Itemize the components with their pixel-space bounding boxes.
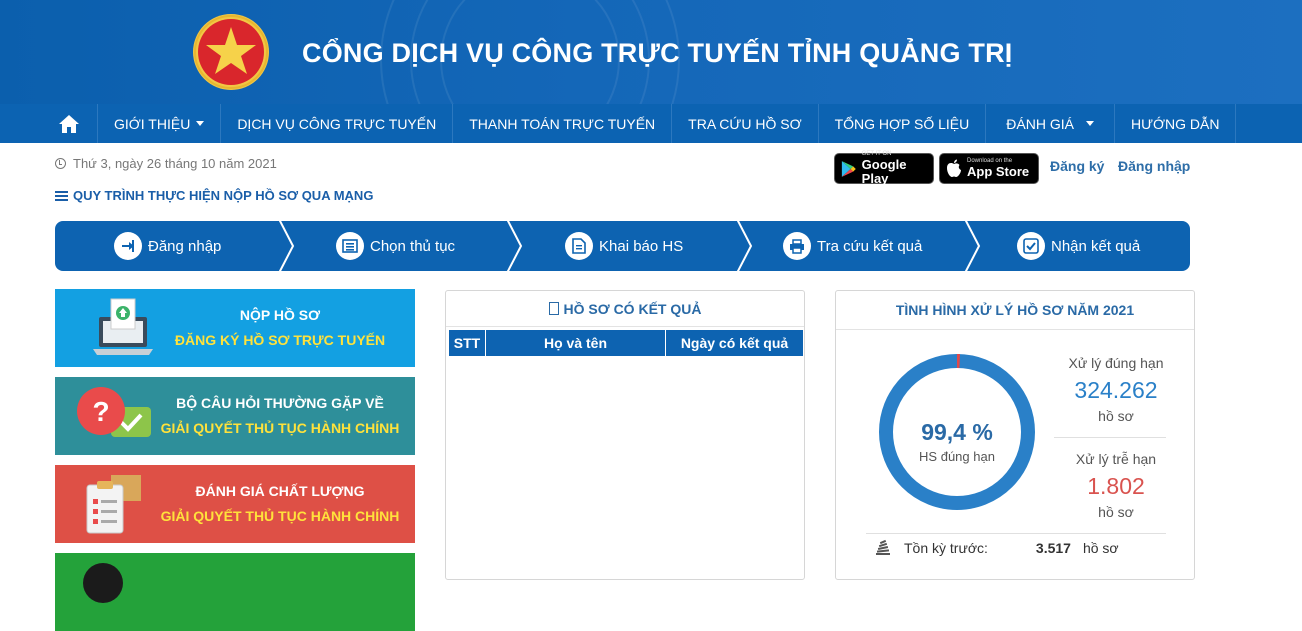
step-label: Khai báo HS	[599, 238, 683, 255]
step-label: Đăng nhập	[148, 238, 221, 255]
caret-down-icon	[196, 121, 204, 126]
banner-submit-dossier[interactable]: NỘP HỒ SƠ ĐĂNG KÝ HỒ SƠ TRỰC TUYẾN	[55, 289, 415, 367]
backlog-row: Tồn kỳ trước: 3.517 hồ sơ	[874, 539, 1119, 557]
stat-unit: hồ sơ	[1051, 504, 1181, 520]
banner-icon	[83, 563, 123, 603]
divider	[866, 533, 1166, 534]
list-alt-icon	[336, 232, 364, 260]
step-label: Chọn thủ tục	[370, 238, 455, 255]
file-text-icon	[565, 232, 593, 260]
results-panel-title: HỒ SƠ CÓ KẾT QUẢ	[446, 291, 804, 327]
banner-subtitle: GIẢI QUYẾT THỦ TỤC HÀNH CHÍNH	[55, 420, 415, 436]
step-choose-procedure[interactable]: Chọn thủ tục	[336, 221, 455, 271]
register-link[interactable]: Đăng ký	[1050, 158, 1104, 174]
print-icon	[783, 232, 811, 260]
site-header: CỔNG DỊCH VỤ CÔNG TRỰC TUYẾN TỈNH QUẢNG …	[0, 0, 1302, 104]
stats-panel: TÌNH HÌNH XỬ LÝ HỒ SƠ NĂM 2021 99,4 % HS…	[835, 290, 1195, 580]
login-link[interactable]: Đăng nhập	[1118, 158, 1190, 174]
column-name: Họ và tên	[486, 330, 666, 357]
nav-item-label: THANH TOÁN TRỰC TUYẾN	[469, 116, 655, 132]
stack-icon	[874, 539, 892, 557]
apple-icon	[946, 159, 962, 178]
divider	[1054, 437, 1166, 438]
step-separator	[277, 221, 297, 271]
nav-item-danh-gia[interactable]: ĐÁNH GIÁ	[986, 104, 1115, 143]
backlog-value: 3.517	[1036, 540, 1071, 556]
step-declare[interactable]: Khai báo HS	[565, 221, 683, 271]
stat-value: 1.802	[1051, 473, 1181, 500]
step-label: Tra cứu kết quả	[817, 238, 922, 255]
site-title[interactable]: CỔNG DỊCH VỤ CÔNG TRỰC TUYẾN TỈNH QUẢNG …	[302, 38, 1013, 69]
stat-value: 324.262	[1051, 377, 1181, 404]
google-play-badge[interactable]: GET IT ON Google Play	[834, 153, 934, 184]
step-label: Nhận kết quả	[1051, 238, 1140, 255]
list-icon	[55, 191, 68, 201]
banner-subtitle: GIẢI QUYẾT THỦ TỤC HÀNH CHÍNH	[55, 508, 415, 524]
banner-extra[interactable]	[55, 553, 415, 631]
stat-label: Xử lý đúng hạn	[1051, 355, 1181, 371]
process-steps: Đăng nhập Chọn thủ tục Khai báo HS Tra c…	[55, 221, 1190, 271]
caret-down-icon	[1086, 121, 1094, 126]
procedure-title[interactable]: QUY TRÌNH THỰC HIỆN NỘP HỒ SƠ QUA MẠNG	[55, 188, 373, 203]
banner-title: BỘ CÂU HỎI THƯỜNG GẶP VỀ	[55, 395, 415, 411]
nav-item-label: TỔNG HỢP SỐ LIỆU	[835, 116, 970, 132]
nav-home[interactable]	[40, 104, 98, 143]
procedure-title-text: QUY TRÌNH THỰC HIỆN NỘP HỒ SƠ QUA MẠNG	[73, 188, 373, 203]
google-play-text: Google Play	[862, 158, 927, 186]
current-date: Thứ 3, ngày 26 tháng 10 năm 2021	[55, 156, 277, 171]
nav-item-label: ĐÁNH GIÁ	[1006, 116, 1074, 132]
nav-item-label: HƯỚNG DẪN	[1131, 116, 1220, 132]
stat-unit: hồ sơ	[1051, 408, 1181, 424]
clipboard-icon	[81, 471, 151, 537]
step-receive[interactable]: Nhận kết quả	[1017, 221, 1140, 271]
clock-icon	[55, 158, 66, 169]
app-store-text: App Store	[967, 165, 1029, 179]
results-table: STT Họ và tên Ngày có kết quả	[448, 329, 804, 357]
nav-item-label: DỊCH VỤ CÔNG TRỰC TUYẾN	[237, 116, 436, 132]
step-separator	[963, 221, 983, 271]
stat-label: Xử lý trễ hạn	[1051, 451, 1181, 467]
main-nav: GIỚI THIỆU DỊCH VỤ CÔNG TRỰC TUYẾN THANH…	[0, 104, 1302, 143]
file-icon	[549, 302, 559, 315]
nav-item-gioi-thieu[interactable]: GIỚI THIỆU	[98, 104, 221, 143]
nav-item-label: GIỚI THIỆU	[114, 116, 190, 132]
stats-panel-title: TÌNH HÌNH XỬ LÝ HỒ SƠ NĂM 2021	[836, 291, 1194, 330]
percent-caption: HS đúng hạn	[878, 449, 1036, 464]
nav-item-tra-cuu[interactable]: TRA CỨU HỒ SƠ	[672, 104, 818, 143]
banner-title: ĐÁNH GIÁ CHẤT LƯỢNG	[55, 483, 415, 499]
nav-item-huong-dan[interactable]: HƯỚNG DẪN	[1115, 104, 1237, 143]
check-square-icon	[1017, 232, 1045, 260]
step-lookup[interactable]: Tra cứu kết quả	[783, 221, 922, 271]
banner-title: NỘP HỒ SƠ	[55, 307, 415, 323]
stat-on-time: Xử lý đúng hạn 324.262 hồ sơ	[1051, 355, 1181, 424]
nav-item-thanh-toan[interactable]: THANH TOÁN TRỰC TUYẾN	[453, 104, 672, 143]
results-title-text: HỒ SƠ CÓ KẾT QUẢ	[564, 301, 702, 317]
results-panel: HỒ SƠ CÓ KẾT QUẢ STT Họ và tên Ngày có k…	[445, 290, 805, 580]
stat-late: Xử lý trễ hạn 1.802 hồ sơ	[1051, 451, 1181, 520]
step-separator	[735, 221, 755, 271]
step-login[interactable]: Đăng nhập	[114, 221, 221, 271]
google-play-icon	[841, 159, 857, 179]
backlog-label: Tồn kỳ trước:	[904, 540, 988, 556]
nav-item-tong-hop[interactable]: TỔNG HỢP SỐ LIỆU	[819, 104, 987, 143]
banner-quality-rating[interactable]: ĐÁNH GIÁ CHẤT LƯỢNG GIẢI QUYẾT THỦ TỤC H…	[55, 465, 415, 543]
column-result-date: Ngày có kết quả	[666, 330, 804, 357]
percent-on-time: 99,4 %	[878, 419, 1036, 446]
column-stt: STT	[449, 330, 486, 357]
nav-item-dich-vu-cong[interactable]: DỊCH VỤ CÔNG TRỰC TUYẾN	[221, 104, 453, 143]
app-store-badge[interactable]: Download on the App Store	[939, 153, 1039, 184]
home-icon	[58, 114, 80, 134]
date-text: Thứ 3, ngày 26 tháng 10 năm 2021	[73, 156, 277, 171]
table-header-row: STT Họ và tên Ngày có kết quả	[449, 330, 804, 357]
national-emblem-logo[interactable]	[192, 13, 270, 91]
sign-in-icon	[114, 232, 142, 260]
backlog-unit: hồ sơ	[1083, 540, 1119, 556]
step-separator	[505, 221, 525, 271]
banner-faq[interactable]: ? BỘ CÂU HỎI THƯỜNG GẶP VỀ GIẢI QUYẾT TH…	[55, 377, 415, 455]
banner-subtitle: ĐĂNG KÝ HỒ SƠ TRỰC TUYẾN	[55, 332, 415, 348]
nav-item-label: TRA CỨU HỒ SƠ	[688, 116, 801, 132]
